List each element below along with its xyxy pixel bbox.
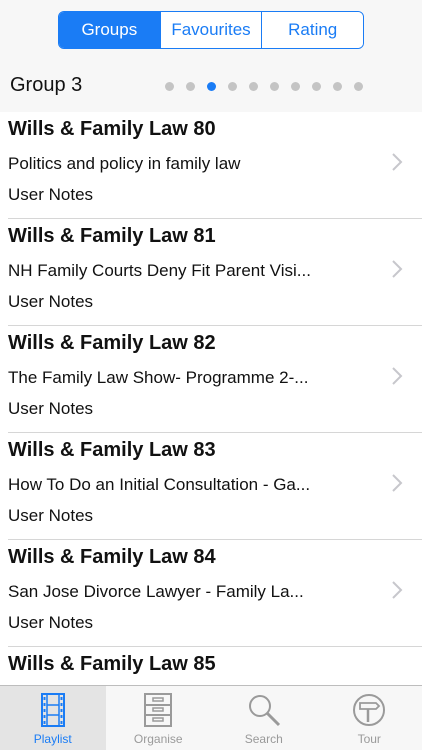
list-item[interactable]: Wills & Family Law 80 Politics and polic… [0,112,422,219]
chevron-right-icon [392,260,403,278]
segment-rating[interactable]: Rating [261,12,363,48]
page-dot[interactable] [228,82,237,91]
row-title: Wills & Family Law 82 [8,332,216,354]
tab-bar: Playlist Organise Search Tour [0,685,422,750]
chevron-right-icon [392,367,403,385]
list-item[interactable]: Wills & Family Law 84 San Jose Divorce L… [0,540,422,647]
row-subtitle: San Jose Divorce Lawyer - Family La... [8,582,304,601]
page-dot[interactable] [354,82,363,91]
page-dot[interactable] [312,82,321,91]
playlist-list: Wills & Family Law 80 Politics and polic… [0,112,422,685]
film-icon [40,693,65,727]
tab-playlist[interactable]: Playlist [0,686,106,750]
row-title: Wills & Family Law 81 [8,225,216,247]
row-notes: User Notes [8,399,94,418]
segment-favourites[interactable]: Favourites [159,12,262,48]
row-notes: User Notes [8,185,94,204]
group-title: Group 3 [10,74,83,96]
tab-label: Organise [133,732,183,746]
row-title: Wills & Family Law 84 [8,546,216,568]
chevron-right-icon [392,474,403,492]
row-title: Wills & Family Law 83 [8,439,216,461]
page-dot[interactable] [291,82,300,91]
tab-label: Tour [357,732,381,746]
cabinet-icon [144,693,173,727]
signpost-icon [353,694,386,726]
tab-label: Search [244,732,283,746]
row-subtitle: NH Family Courts Deny Fit Parent Visi... [8,261,311,280]
row-title: Wills & Family Law 85 [8,653,216,675]
page-dot-active[interactable] [207,82,216,91]
row-subtitle: Politics and policy in family law [8,154,241,173]
row-notes: User Notes [8,292,94,311]
tab-label: Playlist [33,732,72,746]
page-dot[interactable] [333,82,342,91]
group-header: Group 3 [0,60,422,112]
page-dot[interactable] [186,82,195,91]
segmented-control: Groups Favourites Rating [58,11,364,49]
row-notes: User Notes [8,613,94,632]
list-item[interactable]: Wills & Family Law 83 How To Do an Initi… [0,433,422,540]
tab-tour[interactable]: Tour [317,686,422,750]
list-item[interactable]: Wills & Family Law 82 The Family Law Sho… [0,326,422,433]
page-dot[interactable] [165,82,174,91]
list-item[interactable]: Wills & Family Law 81 NH Family Courts D… [0,219,422,326]
row-subtitle: The Family Law Show- Programme 2-... [8,368,309,387]
segment-groups[interactable]: Groups [59,12,160,48]
row-title: Wills & Family Law 80 [8,118,216,140]
chevron-right-icon [392,153,403,171]
row-notes: User Notes [8,506,94,525]
page-dot[interactable] [249,82,258,91]
page-dot[interactable] [270,82,279,91]
chevron-right-icon [392,581,403,599]
page-indicator[interactable] [165,82,363,91]
row-subtitle: How To Do an Initial Consultation - Ga..… [8,475,311,494]
top-bar: Groups Favourites Rating [0,0,422,60]
magnifier-icon [248,695,280,727]
tab-search[interactable]: Search [211,686,317,750]
tab-organise[interactable]: Organise [106,686,212,750]
list-item[interactable]: Wills & Family Law 85 [0,647,422,685]
